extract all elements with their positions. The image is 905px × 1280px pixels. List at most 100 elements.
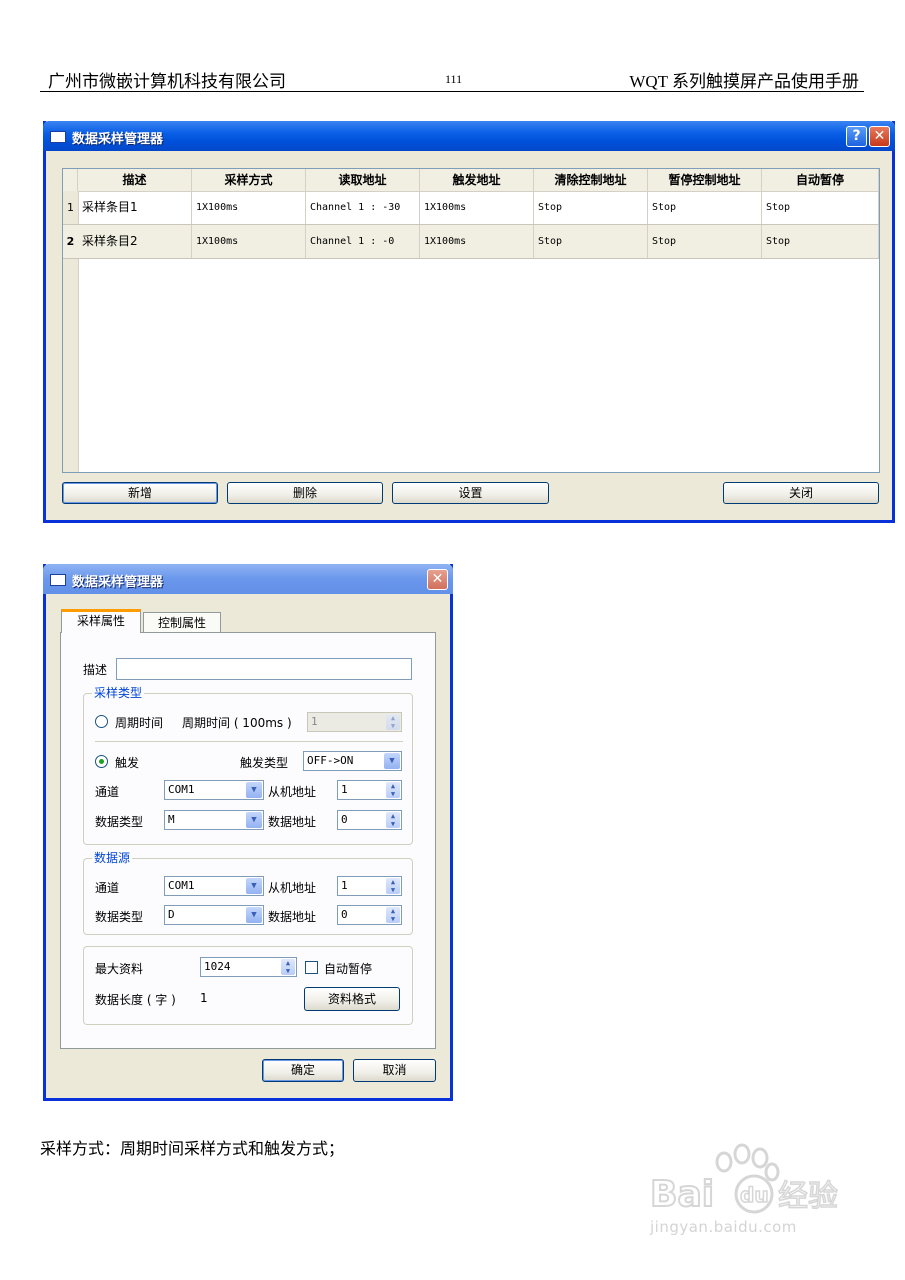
cell-auto-pause[interactable]: Stop [762, 225, 879, 258]
cancel-button[interactable]: 取消 [353, 1059, 436, 1082]
cell-trigger-address[interactable]: 1X100ms [420, 225, 534, 258]
watermark-url: jingyan.baidu.com [650, 1218, 797, 1236]
close-button[interactable]: 关闭 [723, 482, 879, 504]
table-row[interactable]: 1 采样条目1 1X100ms Channel 1 : -30 1X100ms … [63, 191, 879, 225]
trigger-type-select[interactable]: OFF->ON ▼ [303, 751, 402, 771]
slave-address-label: 从机地址 [268, 785, 317, 799]
tab-panel: 描述 采样类型 周期时间 周期时间 ( 100ms ) 1 ▲ ▼ 触发 触发类型… [60, 632, 436, 1049]
data-type-value: M [168, 813, 175, 826]
cell-description[interactable]: 采样条目1 [78, 191, 192, 224]
column-header-sample-mode[interactable]: 采样方式 [192, 169, 306, 191]
page-number: 111 [445, 72, 463, 86]
channel-select[interactable]: COM1 ▼ [164, 780, 264, 800]
header-company: 广州市微嵌计算机科技有限公司 [48, 72, 286, 91]
column-header-read-address[interactable]: 读取地址 [306, 169, 420, 191]
title-bar[interactable]: 数据采样管理器 ✕ [43, 564, 453, 594]
trigger-type-value: OFF->ON [307, 754, 354, 767]
tab-sample-properties[interactable]: 采样属性 [61, 609, 141, 633]
table-row[interactable]: 2 采样条目2 1X100ms Channel 1 : -0 1X100ms S… [63, 225, 879, 259]
cell-clear-control-address[interactable]: Stop [534, 191, 648, 224]
spin-arrows-icon[interactable]: ▲ ▼ [386, 878, 400, 894]
chevron-down-icon[interactable]: ▼ [246, 878, 262, 894]
window-icon [50, 131, 66, 143]
data-source-group-title: 数据源 [92, 849, 133, 866]
source-data-address-spinner[interactable]: 0 ▲ ▼ [337, 905, 402, 925]
auto-pause-label: 自动暂停 [324, 962, 373, 976]
spin-arrows-icon[interactable]: ▲ ▼ [386, 782, 400, 798]
tab-control-properties[interactable]: 控制属性 [143, 612, 221, 634]
auto-pause-checkbox[interactable] [305, 961, 318, 974]
spin-arrows-icon[interactable]: ▲ ▼ [386, 812, 400, 828]
column-header-pause-control-address[interactable]: 暂停控制地址 [648, 169, 762, 191]
column-header-clear-control-address[interactable]: 清除控制地址 [534, 169, 648, 191]
slave-address-value: 1 [341, 879, 348, 892]
cell-pause-control-address[interactable]: Stop [648, 225, 762, 258]
cell-description[interactable]: 采样条目2 [78, 225, 192, 258]
cell-auto-pause[interactable]: Stop [762, 191, 879, 224]
cell-sample-mode[interactable]: 1X100ms [192, 191, 306, 224]
chevron-down-icon[interactable]: ▼ [246, 782, 262, 798]
max-data-spinner[interactable]: 1024 ▲ ▼ [200, 957, 297, 977]
ok-button[interactable]: 确定 [262, 1059, 344, 1082]
channel-value: COM1 [168, 879, 195, 892]
data-type-label: 数据类型 [95, 910, 144, 924]
trigger-radio[interactable] [95, 755, 108, 768]
cell-read-address[interactable]: Channel 1 : -0 [306, 225, 420, 258]
row-number-header [63, 169, 78, 191]
periodic-radio[interactable] [95, 715, 108, 728]
data-address-spinner[interactable]: 0 ▲ ▼ [337, 810, 402, 830]
add-button[interactable]: 新增 [62, 482, 218, 504]
period-spinner[interactable]: 1 ▲ ▼ [307, 712, 402, 732]
data-address-value: 0 [341, 813, 348, 826]
source-slave-address-spinner[interactable]: 1 ▲ ▼ [337, 876, 402, 896]
cell-sample-mode[interactable]: 1X100ms [192, 225, 306, 258]
svg-text:经验: 经验 [778, 1179, 838, 1214]
delete-button[interactable]: 删除 [227, 482, 383, 504]
data-length-value: 1 [200, 991, 208, 1005]
close-icon[interactable]: ✕ [869, 126, 890, 147]
data-address-value: 0 [341, 908, 348, 921]
row-number: 1 [67, 201, 74, 214]
help-icon[interactable]: ? [846, 126, 867, 147]
chevron-down-icon[interactable]: ▼ [384, 753, 400, 769]
title-bar[interactable]: 数据采样管理器 ? ✕ [43, 121, 895, 151]
source-channel-select[interactable]: COM1 ▼ [164, 876, 264, 896]
separator [95, 741, 403, 742]
close-icon[interactable]: ✕ [427, 569, 448, 590]
chevron-down-icon[interactable]: ▼ [246, 812, 262, 828]
spin-arrows-icon[interactable]: ▲ ▼ [386, 907, 400, 923]
svg-text:du: du [740, 1183, 769, 1207]
settings-button[interactable]: 设置 [392, 482, 549, 504]
period-label: 周期时间 ( 100ms ) [182, 716, 292, 730]
data-type-select[interactable]: M ▼ [164, 810, 264, 830]
cell-pause-control-address[interactable]: Stop [648, 191, 762, 224]
data-type-value: D [168, 908, 175, 921]
column-header-trigger-address[interactable]: 触发地址 [420, 169, 534, 191]
cell-clear-control-address[interactable]: Stop [534, 225, 648, 258]
chevron-down-icon[interactable]: ▼ [246, 907, 262, 923]
data-format-button[interactable]: 资料格式 [304, 987, 400, 1011]
slave-address-spinner[interactable]: 1 ▲ ▼ [337, 780, 402, 800]
header-manual-title: WQT 系列触摸屏产品使用手册 [629, 72, 859, 91]
window-title: 数据采样管理器 [72, 575, 164, 590]
cell-read-address[interactable]: Channel 1 : -30 [306, 191, 420, 224]
trigger-type-label: 触发类型 [240, 756, 289, 770]
description-input[interactable] [116, 658, 412, 680]
spin-arrows-icon[interactable]: ▲ ▼ [281, 959, 295, 975]
sample-type-group-title: 采样类型 [92, 684, 145, 701]
row-number: 2 [66, 235, 75, 248]
sample-items-table[interactable]: 描述 采样方式 读取地址 触发地址 清除控制地址 暂停控制地址 自动暂停 1 采… [62, 168, 880, 473]
source-data-type-select[interactable]: D ▼ [164, 905, 264, 925]
column-header-auto-pause[interactable]: 自动暂停 [762, 169, 879, 191]
channel-value: COM1 [168, 783, 195, 796]
max-data-label: 最大资料 [95, 962, 144, 976]
periodic-label: 周期时间 [115, 716, 164, 730]
header-rule [40, 91, 864, 92]
slave-address-value: 1 [341, 783, 348, 796]
spin-arrows-icon[interactable]: ▲ ▼ [386, 714, 400, 730]
cell-trigger-address[interactable]: 1X100ms [420, 191, 534, 224]
column-header-description[interactable]: 描述 [78, 169, 192, 191]
data-address-label: 数据地址 [268, 815, 317, 829]
svg-text:Bai: Bai [650, 1174, 714, 1215]
period-value: 1 [311, 715, 318, 728]
